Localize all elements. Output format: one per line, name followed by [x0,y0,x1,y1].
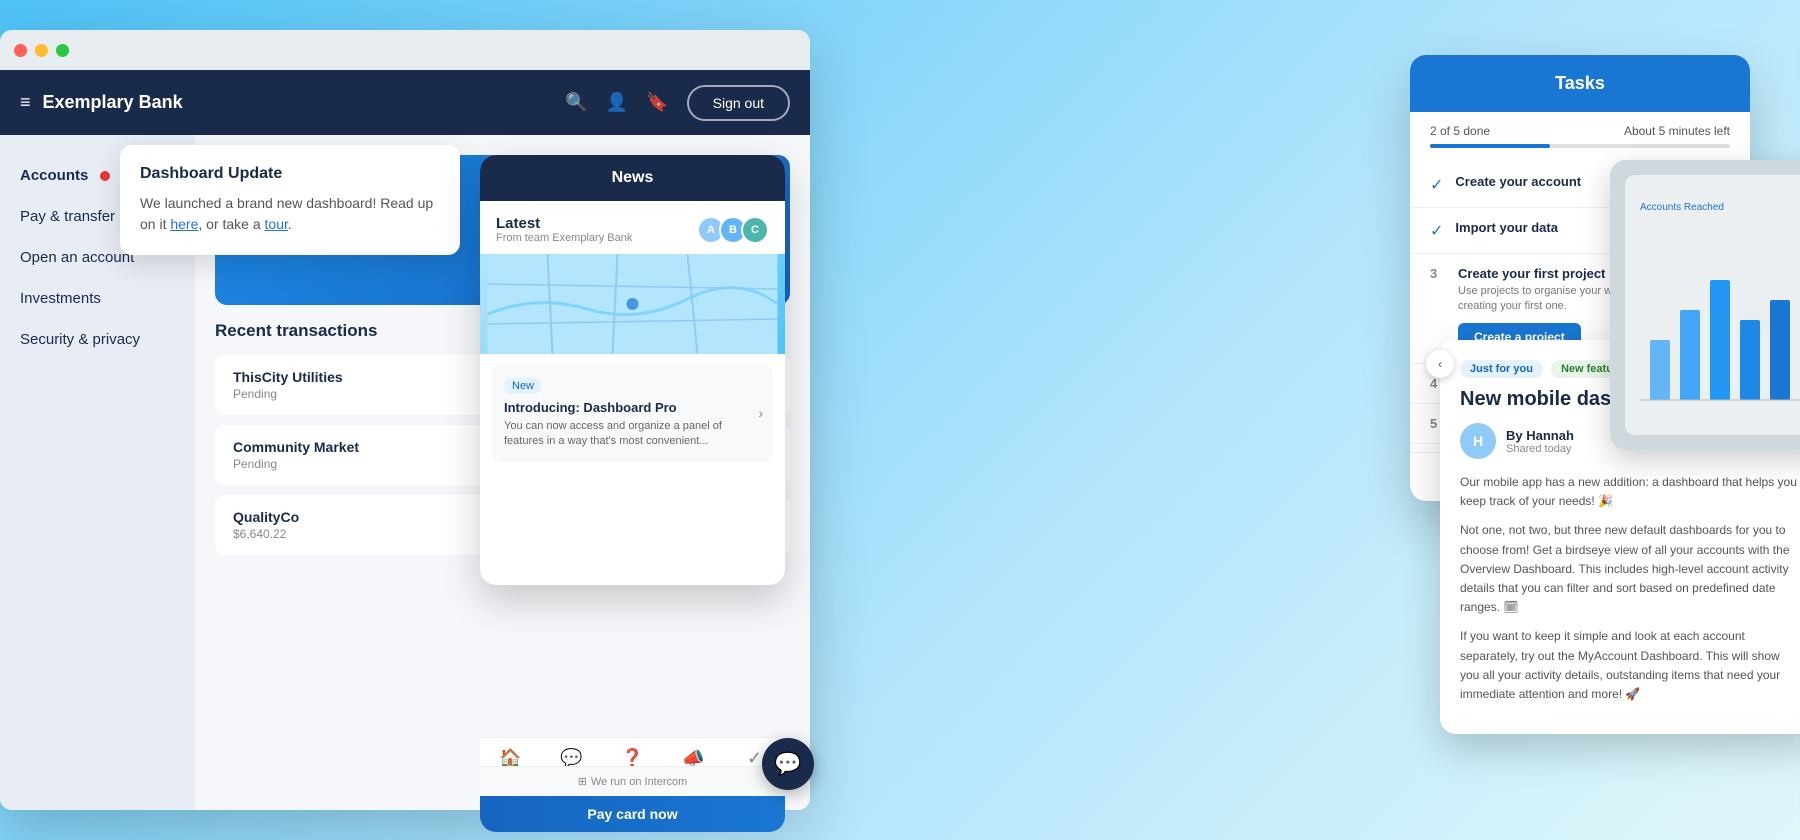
author-date: Shared today [1506,443,1574,455]
sign-out-button[interactable]: Sign out [687,85,790,121]
progress-bar-background [1430,144,1730,148]
sidebar-investments-label: Investments [20,290,101,307]
news-latest-sub: From team Exemplary Bank [496,232,632,244]
maximize-dot[interactable] [56,44,69,57]
news-team-avatars: A B C [697,216,769,244]
window-controls [0,30,810,70]
tasks-progress-done: 2 of 5 done [1430,124,1490,138]
tooltip-text-after: . [288,216,292,232]
search-icon[interactable]: 🔍 [565,92,587,113]
feature-text-3: If you want to keep it simple and look a… [1460,627,1800,704]
feature-tag-personal: Just for you [1460,360,1543,378]
intercom-bar: ⊞ We run on Intercom [480,766,785,796]
tasks-progress-section: 2 of 5 done About 5 minutes left [1410,112,1750,154]
brand-title: Exemplary Bank [43,92,554,113]
intercom-text: We run on Intercom [591,776,687,788]
sidebar-security-label: Security & privacy [20,331,140,348]
task-check-icon-1: ✓ [1430,175,1443,195]
tasks-header: Tasks [1410,55,1750,112]
news-panel-header: News [480,155,785,201]
sidebar-pay-transfer-label: Pay & transfer [20,208,115,225]
author-name: By Hannah [1506,428,1574,443]
svg-text:Accounts Reached: Accounts Reached [1640,202,1724,213]
news-item-tag: New [504,378,542,394]
intercom-grid-icon: ⊞ [578,775,587,788]
news-card-item[interactable]: New Introducing: Dashboard Pro You can n… [492,364,773,462]
minimize-dot[interactable] [35,44,48,57]
news-item-text: You can now access and organize a panel … [504,419,761,450]
feature-text-2: Not one, not two, but three new default … [1460,521,1800,617]
hamburger-icon[interactable]: ≡ [20,92,31,113]
accounts-notification-dot [100,171,110,181]
feature-card-back-button[interactable]: ‹ [1426,350,1454,378]
news-panel: News Latest From team Exemplary Bank A B… [480,155,785,585]
transaction-name-1: ThisCity Utilities [233,369,343,385]
tooltip-body: We launched a brand new dashboard! Read … [140,193,440,235]
profile-icon[interactable]: 👤 [606,92,628,113]
feature-card: Accounts Reached ‹ › Just for you New fe… [1440,340,1800,734]
dashboard-update-tooltip: Dashboard Update We launched a brand new… [120,145,460,255]
tooltip-text-middle: , or take a [198,216,264,232]
close-dot[interactable] [14,44,27,57]
transaction-sub-2: Pending [233,457,359,471]
author-avatar: H [1460,423,1496,459]
feature-text-1: Our mobile app has a new addition: a das… [1460,473,1800,511]
nav-icons: 🔍 👤 🔖 Sign out [565,85,790,121]
sidebar-accounts-label: Accounts [20,167,88,184]
task-title-2: Import your data [1455,220,1558,235]
transaction-name-3: QualityCo [233,509,299,525]
chat-bubble-button[interactable]: 💬 [762,738,814,790]
pay-card-button[interactable]: Pay card now [480,796,785,832]
transaction-sub-1: Pending [233,387,343,401]
phone-image: Accounts Reached [1610,160,1800,450]
news-map-image [480,254,785,354]
top-nav: ≡ Exemplary Bank 🔍 👤 🔖 Sign out [0,70,810,135]
news-item-arrow-icon: › [758,405,763,421]
sidebar-item-investments[interactable]: Investments [0,278,195,319]
transaction-sub-3: $6,640.22 [233,527,299,541]
task-number-3: 3 [1430,266,1446,281]
progress-bar-fill [1430,144,1550,148]
news-latest-label: Latest [496,215,632,232]
sidebar-open-account-label: Open an account [20,249,134,266]
sidebar-item-security[interactable]: Security & privacy [0,319,195,360]
tasks-progress-time: About 5 minutes left [1624,124,1730,138]
news-latest-section: Latest From team Exemplary Bank A B C [480,201,785,254]
map-svg [480,254,785,354]
tooltip-link-here[interactable]: here [170,216,198,232]
task-title-1: Create your account [1455,174,1581,189]
tooltip-title: Dashboard Update [140,165,440,183]
phone-mockup-svg: Accounts Reached [1610,160,1800,450]
tooltip-link-tour[interactable]: tour [265,216,288,232]
transaction-name-2: Community Market [233,439,359,455]
news-item-title: Introducing: Dashboard Pro [504,400,761,415]
avatar-3: C [741,216,769,244]
task-check-icon-2: ✓ [1430,221,1443,241]
bookmark-icon[interactable]: 🔖 [646,92,668,113]
